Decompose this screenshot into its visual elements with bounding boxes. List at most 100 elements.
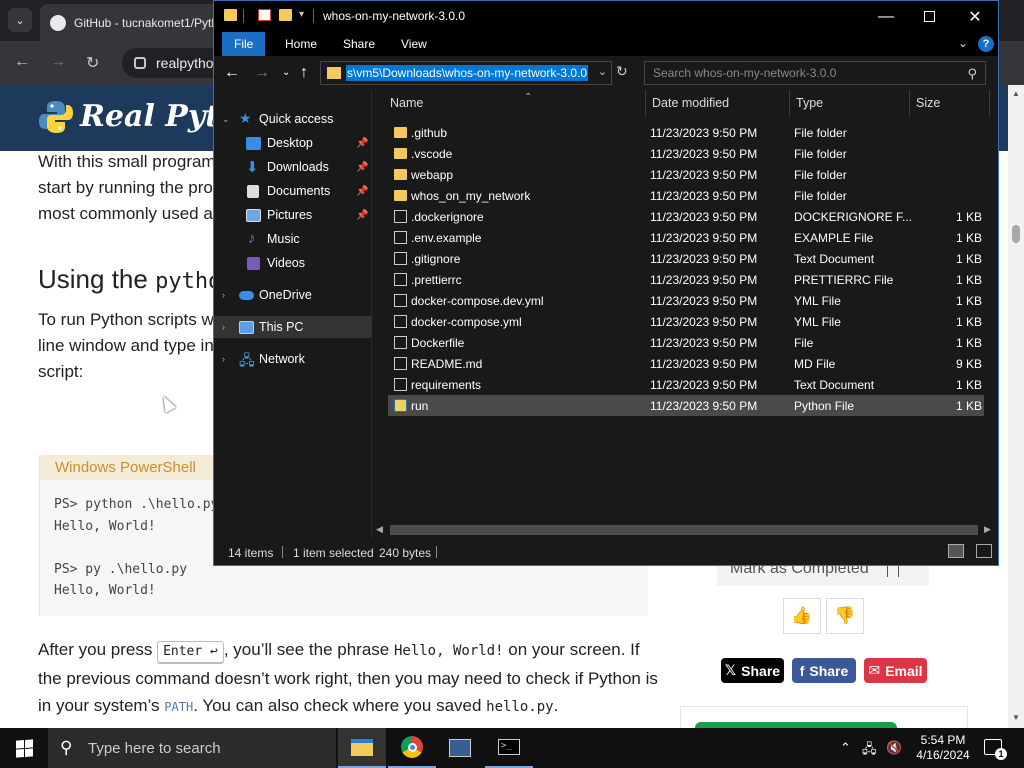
browser-tab-github[interactable]: GitHub - tucnakomet1/Pytl (40, 4, 240, 41)
refresh-icon[interactable]: ↻ (616, 63, 628, 80)
customize-quick-access-icon[interactable]: ▾ (299, 9, 304, 20)
up-icon[interactable]: ↑ (300, 64, 308, 82)
file-row[interactable]: Dockerfile 11/23/2023 9:50 PM File 1 KB (388, 332, 984, 353)
documents-icon (247, 184, 259, 198)
file-row[interactable]: run 11/23/2023 9:50 PM Python File 1 KB (388, 395, 984, 416)
details-view-icon[interactable] (948, 544, 964, 558)
minimize-button[interactable]: — (863, 1, 909, 32)
python-logo-icon (39, 101, 73, 133)
page-scrollbar[interactable]: ▲ ▼ (1008, 85, 1024, 728)
close-button[interactable]: ✕ (952, 1, 998, 32)
navigation-pane: ⌄ ★ Quick access Desktop 📌 ⬇ Downloads 📌… (214, 90, 372, 538)
pin-icon: 📌 (356, 161, 369, 173)
scroll-down-icon[interactable]: ▼ (1012, 713, 1020, 722)
forward-icon[interactable]: → (254, 64, 270, 82)
file-row[interactable]: .gitignore 11/23/2023 9:50 PM Text Documen… (388, 248, 984, 269)
file-date-modified: 11/23/2023 9:50 PM (650, 336, 758, 350)
nav-desktop[interactable]: Desktop 📌 (214, 132, 372, 154)
tab-search-icon[interactable]: ⌄ (8, 8, 32, 32)
recent-locations-icon[interactable]: ⌄ (282, 67, 290, 78)
taskbar-terminal[interactable]: >_ (485, 728, 533, 768)
chevron-right-icon[interactable]: › (222, 322, 225, 332)
taskbar-network-app[interactable] (436, 728, 484, 768)
share-x-button[interactable]: 𝕏 Share (721, 658, 784, 683)
file-row[interactable]: webapp 11/23/2023 9:50 PM File folder (388, 164, 984, 185)
chevron-right-icon[interactable]: › (222, 290, 225, 300)
forward-icon[interactable]: → (50, 53, 66, 71)
site-info-icon[interactable] (134, 57, 146, 69)
new-folder-icon[interactable] (279, 9, 292, 21)
properties-icon[interactable] (258, 9, 271, 21)
file-row[interactable]: .env.example 11/23/2023 9:50 PM EXAMPLE Fi… (388, 227, 984, 248)
nav-downloads[interactable]: ⬇ Downloads 📌 (214, 156, 372, 178)
column-header-label: Size (916, 96, 941, 110)
back-icon[interactable]: ← (224, 64, 240, 82)
address-dropdown-icon[interactable]: ⌄ (598, 65, 607, 78)
file-row[interactable]: .prettierrc 11/23/2023 9:50 PM PRETTIERRC … (388, 269, 984, 290)
maximize-button[interactable] (906, 1, 952, 32)
file-row[interactable]: .github 11/23/2023 9:50 PM File folder (388, 122, 984, 143)
tab-home[interactable]: Home (273, 32, 329, 56)
chevron-right-icon[interactable]: › (222, 354, 225, 364)
file-row[interactable]: .vscode 11/23/2023 9:50 PM File folder (388, 143, 984, 164)
start-button[interactable] (0, 728, 48, 768)
tab-file[interactable]: File (222, 32, 266, 56)
nav-network[interactable]: › 🖧 Network (214, 348, 372, 370)
nav-pictures[interactable]: Pictures 📌 (214, 204, 372, 226)
thumbs-down-button[interactable]: 👎 (826, 598, 864, 634)
file-row[interactable]: requirements 11/23/2023 9:50 PM Text Docum… (388, 374, 984, 395)
taskbar-file-explorer[interactable] (338, 728, 386, 768)
horizontal-scrollbar[interactable]: ◀ ▶ (372, 522, 998, 538)
file-row[interactable]: docker-compose.yml 11/23/2023 9:50 PM YML … (388, 311, 984, 332)
text-run: After you press (38, 640, 158, 659)
file-icon (394, 252, 407, 265)
nav-label: Network (259, 352, 305, 366)
file-row[interactable]: whos_on_my_network 11/23/2023 9:50 PM File… (388, 185, 984, 206)
nav-music[interactable]: ♪ Music (214, 228, 372, 250)
share-facebook-button[interactable]: f Share (792, 658, 856, 683)
expand-ribbon-icon[interactable]: ⌄ (958, 36, 968, 50)
scrollbar-thumb[interactable] (1012, 225, 1020, 243)
file-type: YML File (794, 315, 841, 329)
tab-share[interactable]: Share (331, 32, 387, 56)
help-icon[interactable]: ? (978, 36, 994, 52)
nav-onedrive[interactable]: › OneDrive (214, 284, 372, 306)
file-name: .github (411, 126, 448, 140)
share-email-button[interactable]: ✉ Email (864, 658, 927, 683)
file-row[interactable]: .dockerignore 11/23/2023 9:50 PM DOCKERIGN… (388, 206, 984, 227)
scroll-up-icon[interactable]: ▲ (1012, 89, 1020, 98)
column-header-size[interactable]: Size (910, 90, 990, 117)
file-row[interactable]: README.md 11/23/2023 9:50 PM MD File 9 KB (388, 353, 984, 374)
file-size: 1 KB (955, 210, 982, 224)
nav-this-pc[interactable]: › This PC (214, 316, 372, 338)
column-header-name[interactable]: Name ⌃ (384, 90, 646, 117)
tab-view[interactable]: View (389, 32, 439, 56)
file-name: .dockerignore (411, 210, 484, 224)
large-icons-view-icon[interactable] (976, 544, 992, 558)
file-date-modified: 11/23/2023 9:50 PM (650, 357, 758, 371)
scrollbar-thumb[interactable] (390, 525, 978, 535)
nav-videos[interactable]: Videos (214, 252, 372, 274)
scroll-right-icon[interactable]: ▶ (984, 524, 991, 535)
search-input[interactable]: Search whos-on-my-network-3.0.0 ⚲ (644, 61, 986, 85)
address-bar[interactable]: s\vm5\Downloads\whos-on-my-network-3.0.0… (320, 61, 612, 85)
back-icon[interactable]: ← (14, 53, 30, 71)
path-link[interactable]: PATH (164, 700, 193, 714)
reload-icon[interactable]: ↻ (86, 53, 99, 73)
column-header-type[interactable]: Type (790, 90, 910, 117)
volume-muted-icon[interactable]: 🔇 (886, 740, 902, 756)
network-status-icon[interactable]: 🖧 (862, 740, 877, 762)
taskbar-chrome[interactable] (388, 728, 436, 768)
thumbs-up-button[interactable]: 👍 (783, 598, 821, 634)
enter-key: Enter ↩ (157, 641, 224, 663)
scroll-left-icon[interactable]: ◀ (376, 524, 383, 535)
column-header-date[interactable]: Date modified (646, 90, 790, 117)
explorer-titlebar[interactable]: ▾ whos-on-my-network-3.0.0 — ✕ (214, 1, 998, 32)
taskbar-search-input[interactable]: ⚲ Type here to search (48, 728, 336, 768)
nav-quick-access[interactable]: ⌄ ★ Quick access (214, 108, 372, 130)
nav-documents[interactable]: Documents 📌 (214, 180, 372, 202)
show-hidden-icons-icon[interactable]: ⌃ (840, 740, 851, 756)
file-row[interactable]: docker-compose.dev.yml 11/23/2023 9:50 PM… (388, 290, 984, 311)
chevron-down-icon[interactable]: ⌄ (222, 114, 230, 125)
system-clock[interactable]: 5:54 PM 4/16/2024 (908, 733, 978, 763)
